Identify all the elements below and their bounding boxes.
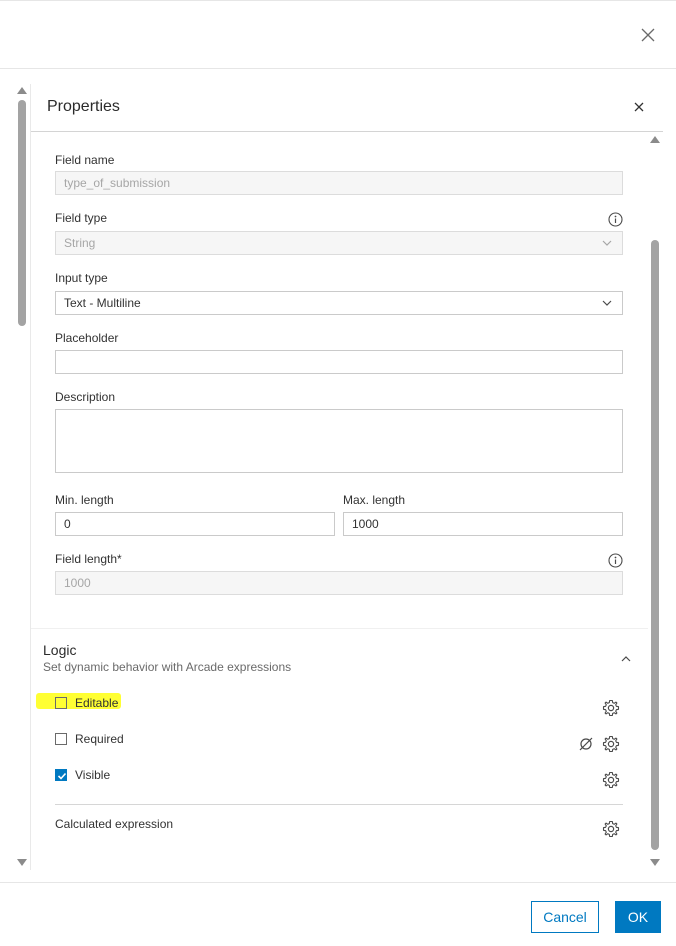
input-type-label: Input type	[55, 271, 108, 285]
placeholder-input[interactable]	[55, 350, 623, 374]
scroll-down-arrow-icon[interactable]	[650, 859, 660, 866]
required-label: Required	[75, 732, 124, 746]
gear-icon[interactable]	[602, 735, 620, 753]
scroll-up-arrow-icon[interactable]	[17, 87, 27, 94]
gear-icon[interactable]	[602, 699, 620, 717]
logic-title: Logic	[43, 642, 77, 658]
max-length-input[interactable]: 1000	[343, 512, 623, 536]
chevron-down-icon	[602, 240, 612, 246]
max-length-label: Max. length	[343, 493, 406, 507]
visible-checkbox[interactable]	[55, 769, 67, 781]
editable-label: Editable	[75, 696, 119, 710]
field-type-value: String	[64, 236, 96, 250]
scroll-up-arrow-icon[interactable]	[650, 136, 660, 143]
close-icon[interactable]	[633, 101, 645, 113]
scrollbar-thumb[interactable]	[18, 100, 26, 326]
editable-checkbox[interactable]	[55, 697, 67, 709]
dialog-header	[0, 0, 676, 69]
ok-button[interactable]: OK	[615, 901, 661, 933]
field-length-label: Field length*	[55, 552, 122, 566]
properties-header: Properties	[31, 84, 663, 132]
placeholder-label: Placeholder	[55, 331, 119, 345]
calculated-expression-label: Calculated expression	[55, 817, 174, 831]
close-icon[interactable]	[640, 27, 656, 43]
cancel-button[interactable]: Cancel	[531, 901, 599, 933]
description-textarea[interactable]	[55, 409, 623, 473]
dialog-footer: Cancel OK	[0, 882, 676, 946]
logic-divider	[55, 804, 623, 805]
field-length-input: 1000	[55, 571, 623, 595]
chevron-up-icon[interactable]	[621, 655, 631, 663]
gear-icon[interactable]	[602, 820, 620, 838]
outer-scrollbar[interactable]	[16, 86, 28, 866]
input-type-value: Text - Multiline	[64, 296, 141, 310]
required-checkbox[interactable]	[55, 733, 67, 745]
info-icon[interactable]	[608, 553, 623, 568]
visible-label: Visible	[75, 768, 111, 782]
panel-scrollbar[interactable]	[649, 136, 661, 866]
panel-title: Properties	[47, 98, 120, 115]
field-type-label: Field type	[55, 211, 108, 225]
check-icon	[57, 772, 67, 780]
input-type-select[interactable]: Text - Multiline	[55, 291, 623, 315]
min-length-label: Min. length	[55, 493, 114, 507]
info-icon[interactable]	[608, 212, 623, 227]
no-expression-icon	[579, 737, 593, 751]
chevron-down-icon	[602, 300, 612, 306]
scrollbar-thumb[interactable]	[651, 240, 659, 850]
min-length-input[interactable]: 0	[55, 512, 335, 536]
description-label: Description	[55, 390, 116, 404]
gear-icon[interactable]	[602, 771, 620, 789]
scroll-down-arrow-icon[interactable]	[17, 859, 27, 866]
logic-subtitle: Set dynamic behavior with Arcade express…	[43, 660, 292, 674]
field-type-select: String	[55, 231, 623, 255]
field-name-input: type_of_submission	[55, 171, 623, 195]
field-name-label: Field name	[55, 153, 115, 167]
